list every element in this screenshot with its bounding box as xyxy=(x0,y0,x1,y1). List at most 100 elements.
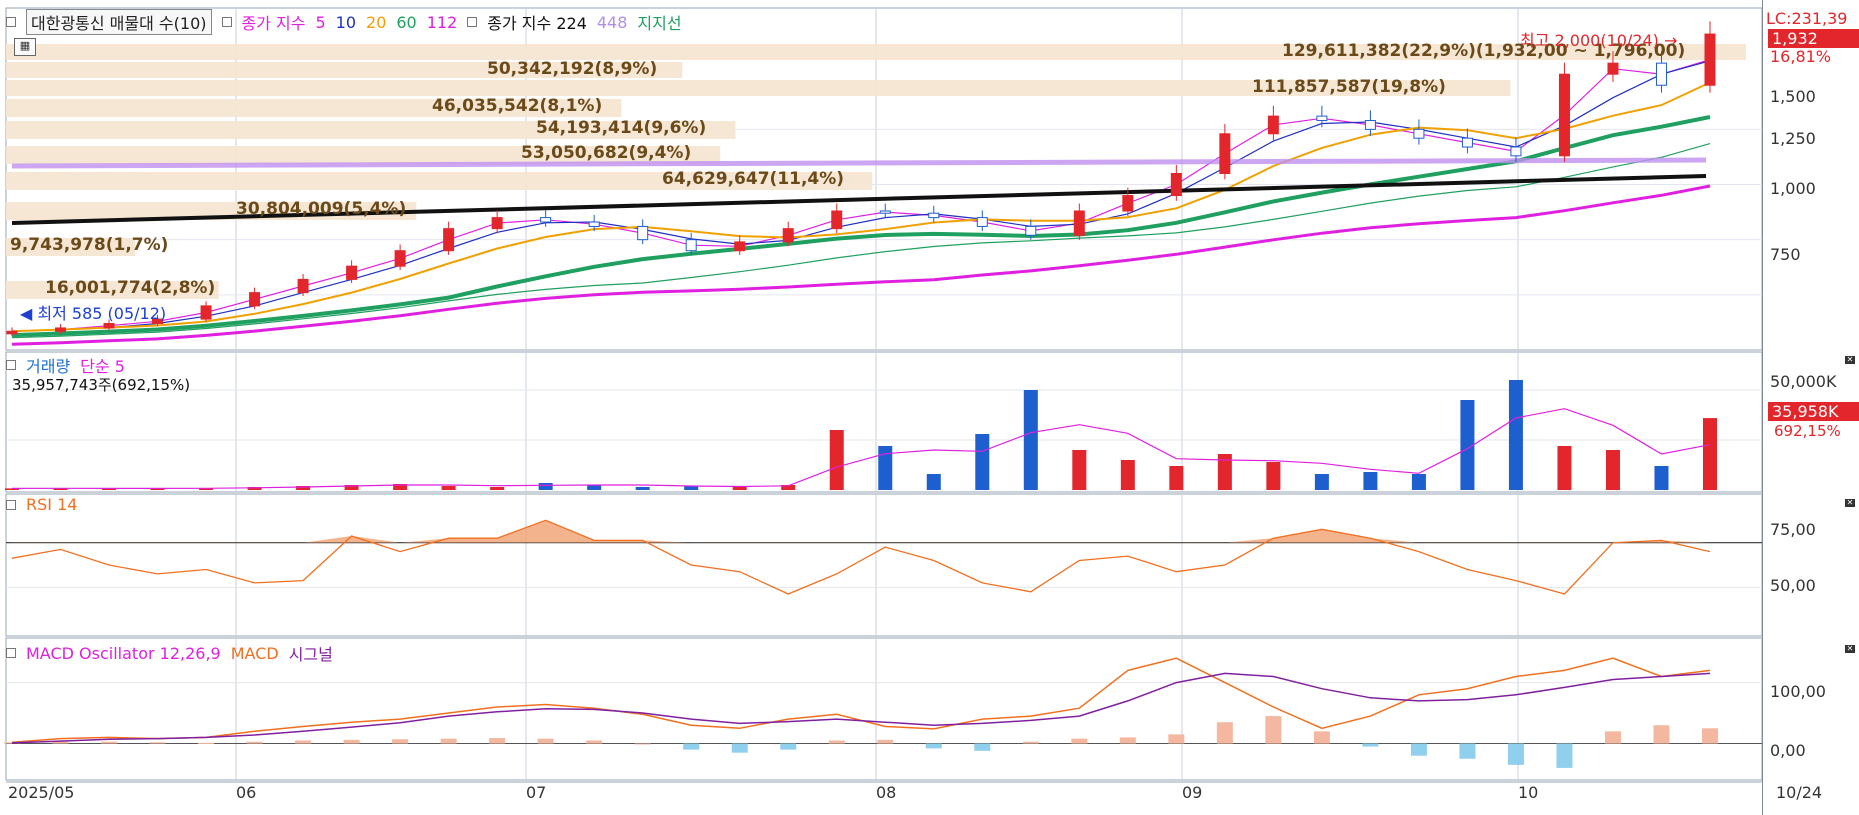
volume-bar xyxy=(1072,450,1087,490)
macd-histogram-bar xyxy=(295,740,312,744)
price-ytick-1250: 1,250 xyxy=(1770,129,1816,148)
macd-histogram-bar xyxy=(440,738,457,744)
volume-bar xyxy=(1169,466,1184,490)
macd-histogram-bar xyxy=(1507,743,1524,765)
legend-toggle-icon[interactable] xyxy=(6,648,16,658)
legend-toggle-icon[interactable] xyxy=(6,499,16,510)
x-tick-08: 08 xyxy=(876,783,897,802)
legend-ma-448: 448 xyxy=(596,12,628,32)
close-icon[interactable]: ✕ xyxy=(1845,499,1855,507)
macd-histogram-bar xyxy=(683,743,700,750)
vp-label-5: 53,050,682(9,4%) xyxy=(521,143,692,163)
table-icon[interactable]: ▦ xyxy=(14,38,36,56)
vp-label-7: 30,804,009(5,4%) xyxy=(236,199,407,219)
macd-histogram-bar xyxy=(1168,734,1185,744)
candle-body xyxy=(1510,146,1522,157)
macd-histogram-bar xyxy=(828,740,845,744)
candle-body xyxy=(443,228,455,252)
macd-histogram-bar xyxy=(1362,743,1379,747)
macd-legend: MACD Oscillator 12,26,9 MACD 시그널 xyxy=(6,641,333,665)
macd-histogram-bar xyxy=(731,743,748,753)
candle-body xyxy=(637,225,649,241)
candle-body xyxy=(1170,172,1182,197)
candle-body xyxy=(1316,115,1328,122)
legend-ma-10: 10 xyxy=(335,12,357,32)
macd-histogram-bar xyxy=(1604,731,1621,744)
macd-histogram-bar xyxy=(1459,743,1476,759)
volume-ytick: 50,000K xyxy=(1770,372,1837,391)
candle-body xyxy=(1655,62,1667,86)
legend-ma-112: 112 xyxy=(426,12,458,32)
legend-toggle-icon[interactable] xyxy=(221,17,232,27)
close-icon[interactable]: ✕ xyxy=(1845,356,1855,364)
volume-bar xyxy=(441,486,456,490)
macd-histogram-bar xyxy=(974,743,991,751)
volume-bar xyxy=(1703,418,1717,490)
volume-bar xyxy=(878,446,893,490)
rsi-line xyxy=(11,519,1711,595)
volume-bar xyxy=(1023,390,1038,490)
legend-ma2-label: 종가 지수 224 xyxy=(487,14,587,33)
vp-label-9: 16,001,774(2,8%) xyxy=(45,278,216,298)
candle-body xyxy=(249,292,261,307)
legend-support: 지지선 xyxy=(637,14,682,33)
volume-bar xyxy=(1557,446,1572,490)
candle-body xyxy=(976,217,988,227)
candle-body xyxy=(394,250,406,267)
price-ytick-1500: 1,500 xyxy=(1770,87,1816,106)
volume-bar xyxy=(587,485,602,490)
candle-body xyxy=(1461,137,1473,148)
macd-histogram-bar xyxy=(1119,737,1136,744)
candle-body xyxy=(879,210,891,214)
candle-body xyxy=(540,217,552,223)
x-tick-07: 07 xyxy=(526,783,547,802)
macd-histogram-bar xyxy=(925,743,942,749)
macd-histogram-bar xyxy=(343,739,360,744)
legend-title[interactable]: 대한광통신 매물대 수(10) xyxy=(26,9,212,35)
price-ytick-1000: 1,000 xyxy=(1770,179,1816,198)
rsi-ytick-50: 50,00 xyxy=(1770,576,1816,595)
candle-body xyxy=(1267,115,1279,135)
chart-canvas[interactable] xyxy=(0,0,1859,815)
macd-histogram-bar xyxy=(780,743,797,750)
last-price-tag: 1,932 xyxy=(1768,29,1859,48)
close-icon[interactable]: ✕ xyxy=(1845,645,1855,653)
vp-label-4: 54,193,414(9,6%) xyxy=(536,118,707,138)
legend-toggle-icon[interactable] xyxy=(6,17,16,27)
lc-readout: LC:231,39 xyxy=(1766,9,1848,28)
macd-histogram-bar xyxy=(586,740,603,744)
candle-body xyxy=(831,210,843,230)
candle-body xyxy=(1558,73,1570,157)
candle-body xyxy=(782,228,794,243)
candle-body xyxy=(1122,195,1134,212)
macd-histogram-bar xyxy=(1022,741,1039,744)
candle-body xyxy=(6,330,18,335)
volume-bar xyxy=(490,487,505,490)
macd-histogram-bar xyxy=(1313,731,1330,744)
macd-histogram-bar xyxy=(1410,743,1427,756)
rsi-ytick-75: 75,00 xyxy=(1770,520,1816,539)
candle-body xyxy=(103,323,115,329)
volume-bar xyxy=(1411,474,1426,490)
macd-histogram-bar xyxy=(198,742,215,744)
volume-bar xyxy=(926,474,941,490)
legend-ma-5: 5 xyxy=(315,12,326,32)
candle-body xyxy=(734,241,746,252)
macd-histogram-bar xyxy=(1216,722,1233,744)
vp-label-2: 111,857,587(19,8%) xyxy=(1252,77,1446,97)
volume-bar xyxy=(975,434,990,490)
macd-ytick-0: 0,00 xyxy=(1770,741,1806,760)
candle-body xyxy=(1704,33,1716,86)
candle-body xyxy=(346,265,358,280)
legend-toggle-icon[interactable] xyxy=(6,360,16,370)
legend-ma-label: 종가 지수 xyxy=(241,14,306,33)
legend-ma-60: 60 xyxy=(396,12,417,32)
macd-histogram-bar xyxy=(1265,716,1282,744)
macd-osc-title: MACD Oscillator 12,26,9 xyxy=(26,643,221,663)
macd-histogram-bar xyxy=(1071,738,1088,744)
candle-body xyxy=(1364,120,1376,130)
legend-toggle-icon[interactable] xyxy=(467,17,478,27)
macd-histogram-bar xyxy=(1653,725,1670,744)
macd-histogram-bar xyxy=(1702,728,1718,744)
chart-window: 대한광통신 매물대 수(10) 종가 지수 5 10 20 60 112 종가 … xyxy=(0,0,1859,815)
